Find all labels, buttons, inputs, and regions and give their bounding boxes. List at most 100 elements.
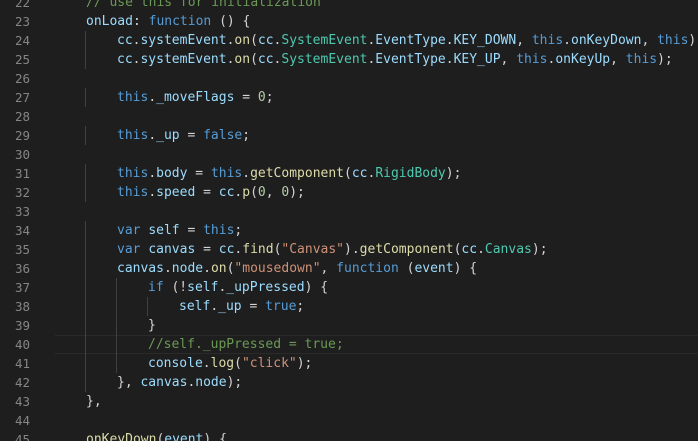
code-line[interactable]: cc.systemEvent.on(cc.SystemEvent.EventTy… xyxy=(117,50,673,69)
code-token: this xyxy=(657,33,689,48)
code-area[interactable]: // use this for initialization onLoad: fu… xyxy=(0,0,698,441)
code-token: false xyxy=(203,128,243,143)
code-token: ; xyxy=(265,90,274,105)
code-token: event xyxy=(414,261,454,276)
code-line[interactable]: } xyxy=(148,316,156,335)
code-token: }, xyxy=(86,394,102,409)
code-token: if xyxy=(148,280,164,295)
code-line[interactable]: canvas.node.on("mousedown", function (ev… xyxy=(117,259,477,278)
code-token: Canvas xyxy=(484,242,532,257)
indent-guide xyxy=(85,126,86,145)
code-line[interactable]: var self = this; xyxy=(117,221,242,240)
code-token: KEY_DOWN xyxy=(453,33,517,48)
code-token: ) { xyxy=(304,280,329,295)
code-token: self xyxy=(187,280,219,295)
code-token: = xyxy=(195,185,219,200)
code-token: onKeyDown xyxy=(571,33,642,48)
code-token: cc xyxy=(351,166,368,181)
code-token: this xyxy=(117,128,149,143)
code-line[interactable]: var canvas = cc.find("Canvas").getCompon… xyxy=(117,240,548,259)
code-token: ); xyxy=(296,356,313,371)
code-token: RigidBody xyxy=(375,166,446,181)
code-token: . xyxy=(202,356,211,371)
code-token: _up xyxy=(156,128,180,143)
code-line[interactable]: onKeyDown(event) { xyxy=(86,430,227,441)
code-token: ( xyxy=(250,33,258,48)
code-token: log xyxy=(210,356,235,371)
code-token: SystemEvent xyxy=(281,33,368,48)
code-token: this xyxy=(516,52,548,67)
code-token: this xyxy=(117,166,149,181)
code-token: ); xyxy=(531,242,548,257)
code-token: canvas xyxy=(117,261,164,276)
code-token: console xyxy=(148,356,203,371)
code-token: _upPressed xyxy=(226,280,305,295)
code-editor[interactable]: 22 23 24 25 26 27 28 29 30 31 32 33 34 35 36 37 38 39 40 41… xyxy=(0,0,698,441)
indent-guide xyxy=(85,183,86,202)
code-token: //self._upPressed = true; xyxy=(148,337,344,352)
code-token: cc xyxy=(461,242,478,257)
code-line[interactable]: }, xyxy=(86,392,102,411)
code-token: ); xyxy=(226,375,243,390)
code-token: }, xyxy=(117,375,141,390)
code-token: cc xyxy=(117,52,133,67)
code-token: this xyxy=(210,166,243,181)
code-token: ) { xyxy=(453,261,478,276)
code-token: , xyxy=(320,261,337,276)
code-token: "click" xyxy=(241,356,297,371)
code-token: , xyxy=(500,52,517,67)
code-token: . xyxy=(477,242,485,257)
code-token: = xyxy=(187,166,211,181)
code-token: = xyxy=(195,242,219,257)
indent-guide xyxy=(85,278,86,297)
code-line[interactable]: if (!self._upPressed) { xyxy=(148,278,328,297)
code-token: self xyxy=(148,223,180,238)
code-token: on xyxy=(234,33,251,48)
code-token: ) { xyxy=(203,432,227,441)
code-token: ). xyxy=(344,242,360,257)
code-token: this xyxy=(117,185,149,200)
code-token: ); xyxy=(289,185,305,200)
code-token: p xyxy=(242,185,251,200)
code-token: cc xyxy=(218,242,235,257)
code-token: (! xyxy=(163,280,188,295)
code-line[interactable]: self._up = true; xyxy=(179,297,304,316)
code-token: onKeyUp xyxy=(555,52,611,67)
code-line[interactable]: }, canvas.node); xyxy=(117,373,242,392)
code-token: "mousedown" xyxy=(234,261,321,276)
code-token: on xyxy=(210,261,227,276)
code-token: this xyxy=(625,52,658,67)
code-token: . xyxy=(163,261,172,276)
code-line[interactable]: console.log("click"); xyxy=(148,354,312,373)
code-token: , xyxy=(641,33,658,48)
code-token: true xyxy=(265,299,297,314)
code-token: speed xyxy=(156,185,196,200)
code-token: EventType xyxy=(375,33,446,48)
indent-guide xyxy=(116,297,117,316)
code-token: . xyxy=(445,52,454,67)
code-line[interactable]: onLoad: function () { xyxy=(86,12,250,31)
code-line[interactable]: // use this for initialization xyxy=(86,0,321,12)
code-token: on xyxy=(234,52,251,67)
code-token: KEY_UP xyxy=(453,52,501,67)
code-token: , xyxy=(610,52,626,67)
code-token: function xyxy=(336,261,399,276)
code-token: . xyxy=(148,185,157,200)
code-line[interactable]: this._up = false; xyxy=(117,126,250,145)
code-token: ; xyxy=(242,128,251,143)
code-token: SystemEvent xyxy=(281,52,368,67)
code-token: , xyxy=(516,33,532,48)
code-line[interactable]: //self._upPressed = true; xyxy=(148,335,344,354)
code-token: ; xyxy=(234,223,243,238)
code-token: onLoad xyxy=(86,14,133,29)
code-token: : xyxy=(132,14,149,29)
code-token: EventType xyxy=(375,52,446,67)
code-line[interactable]: this.speed = cc.p(0, 0); xyxy=(117,183,305,202)
code-line[interactable]: this._moveFlags = 0; xyxy=(117,88,274,107)
code-line[interactable]: cc.systemEvent.on(cc.SystemEvent.EventTy… xyxy=(117,31,698,50)
code-token: _moveFlags xyxy=(156,90,235,105)
indent-guide xyxy=(85,259,86,278)
code-token: systemEvent xyxy=(140,33,227,48)
indent-guide xyxy=(116,354,117,373)
code-line[interactable]: this.body = this.getComponent(cc.RigidBo… xyxy=(117,164,461,183)
